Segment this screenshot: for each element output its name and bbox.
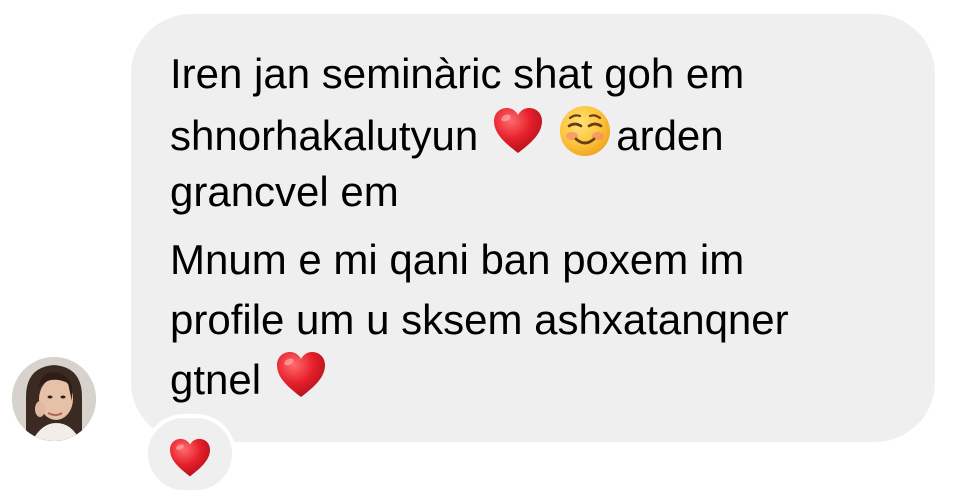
heart-icon: [275, 351, 327, 415]
profile-photo-icon: [12, 357, 96, 441]
message-text: Mnum e mi qani ban poxem im: [170, 236, 745, 283]
heart-icon: [492, 107, 544, 171]
message-text: grancvel em: [170, 168, 399, 215]
avatar[interactable]: [12, 357, 96, 441]
message-text: arden: [616, 112, 724, 160]
message-line-6: gtnel: [170, 350, 327, 415]
message-line-1: Iren jan seminàric shat goh em: [170, 44, 744, 104]
heart-icon: [170, 438, 210, 477]
message-text: Iren jan seminàric shat goh em: [170, 50, 745, 97]
reaction-badge[interactable]: [144, 414, 236, 494]
message-text: shnorhakalutyun: [170, 112, 479, 160]
message-text: profile um u sksem ashxatanqner: [170, 296, 789, 343]
message-line-5: profile um u sksem ashxatanqner: [170, 290, 789, 350]
message-line-3: grancvel em: [170, 162, 399, 222]
message-line-4: Mnum e mi qani ban poxem im: [170, 230, 744, 290]
smiling-face-icon: [558, 104, 612, 174]
message-text: gtnel: [170, 356, 262, 403]
